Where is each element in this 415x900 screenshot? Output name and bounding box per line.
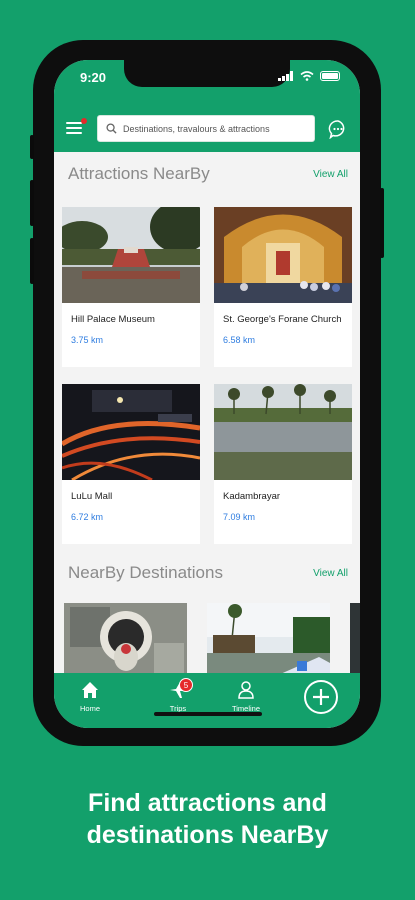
caption-line-2: destinations NearBy (86, 821, 329, 849)
attractions-title: Attractions NearBy (68, 164, 210, 183)
status-time: 9:20 (80, 70, 107, 85)
phone-volume-down-button (30, 238, 34, 284)
attractions-view-all-link[interactable]: View All (313, 169, 348, 180)
home-icon (82, 682, 98, 698)
phone-volume-up-button (30, 180, 34, 226)
bottom-navigation: Home 5 Trips Timeline (54, 673, 360, 728)
phone-mute-button (30, 135, 34, 159)
attraction-name: LuLu Mall (71, 491, 113, 502)
chat-icon[interactable] (328, 119, 348, 139)
attraction-card-hill-palace[interactable]: Hill Palace Museum 3.75 km (62, 207, 200, 367)
attraction-card-lulu-mall[interactable]: LuLu Mall 6.72 km (62, 384, 200, 544)
menu-icon[interactable] (66, 122, 82, 136)
destinations-view-all-link[interactable]: View All (313, 568, 348, 579)
kadambrayar-image (214, 384, 352, 480)
nav-home-label: Home (80, 704, 101, 713)
home-indicator (154, 712, 262, 716)
church-image (214, 207, 352, 303)
battery-icon (320, 71, 340, 81)
nav-home[interactable]: Home (80, 680, 100, 713)
attraction-distance: 6.58 km (223, 335, 256, 345)
attraction-distance: 6.72 km (71, 512, 104, 522)
search-placeholder: Destinations, travalours & attractions (123, 123, 270, 134)
caption-line-1: Find attractions and (88, 789, 327, 817)
app-screen: 9:20 Destinations, travalours & attracti… (54, 60, 360, 728)
phone-frame: 9:20 Destinations, travalours & attracti… (30, 40, 384, 746)
plus-icon (313, 689, 329, 705)
status-icons (278, 71, 340, 81)
search-input[interactable]: Destinations, travalours & attractions (97, 115, 315, 142)
attraction-distance: 3.75 km (71, 335, 104, 345)
user-icon (238, 681, 254, 699)
notch (124, 60, 290, 87)
attraction-name: Hill Palace Museum (71, 314, 155, 325)
marketing-caption: Find attractions and destinations NearBy (0, 787, 415, 851)
attraction-card-kadambrayar[interactable]: Kadambrayar 7.09 km (214, 384, 352, 544)
search-icon (106, 123, 117, 134)
attraction-card-st-george-church[interactable]: St. George's Forane Church 6.58 km (214, 207, 352, 367)
attraction-distance: 7.09 km (223, 512, 256, 522)
nav-trips[interactable]: 5 Trips (158, 678, 198, 713)
attraction-name: St. George's Forane Church (223, 314, 342, 325)
signal-icon (278, 71, 293, 81)
destinations-header: NearBy Destinations View All (68, 563, 348, 583)
status-bar: 9:20 (54, 60, 360, 106)
nav-timeline[interactable]: Timeline (229, 680, 263, 713)
attraction-name: Kadambrayar (223, 491, 281, 502)
attractions-header: Attractions NearBy View All (68, 164, 348, 184)
phone-power-button (380, 188, 384, 258)
notification-dot (81, 118, 87, 124)
trips-badge: 5 (179, 678, 193, 692)
hill-palace-image (62, 207, 200, 303)
destinations-title: NearBy Destinations (68, 563, 223, 582)
add-button[interactable] (304, 680, 338, 714)
wifi-icon (300, 71, 314, 81)
lulu-mall-image (62, 384, 200, 480)
app-header: Destinations, travalours & attractions (54, 106, 360, 152)
